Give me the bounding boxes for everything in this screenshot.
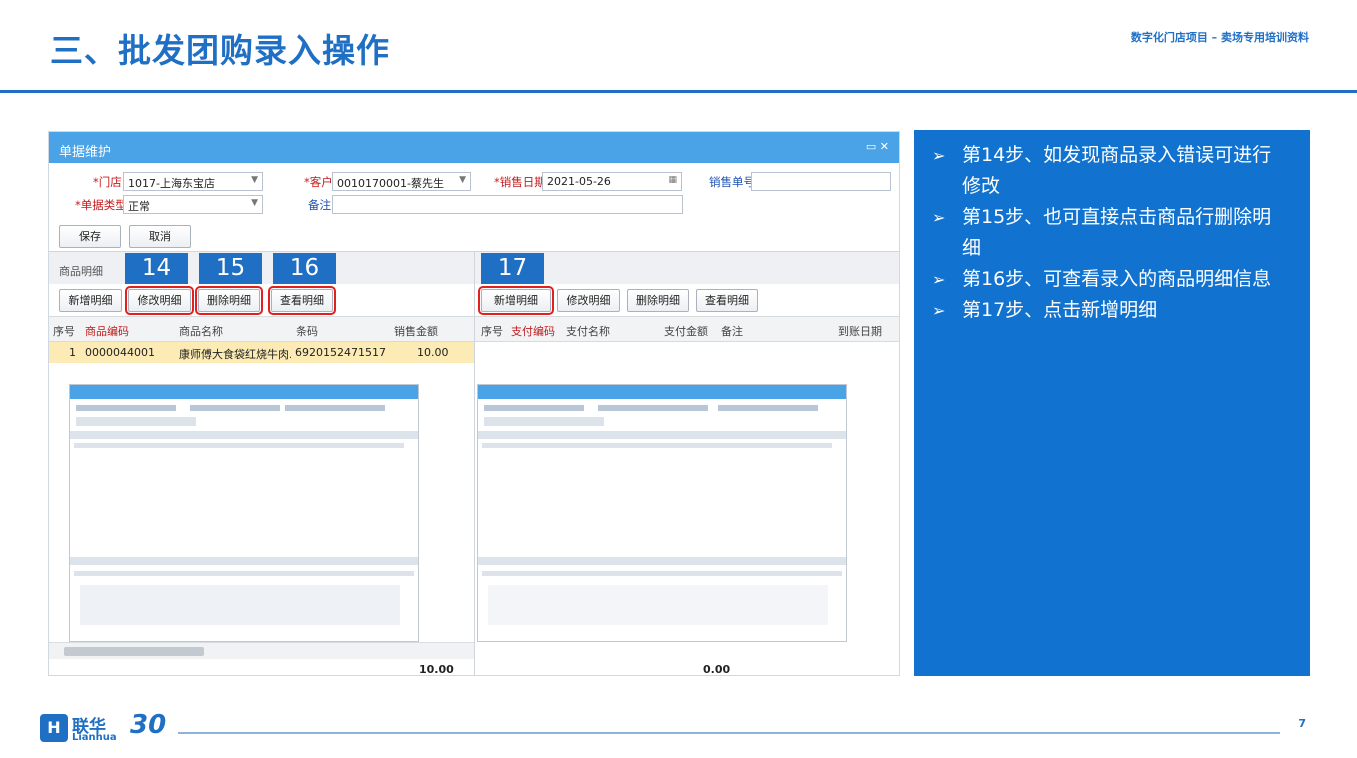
right-edit-detail-button[interactable]: 修改明细: [557, 289, 620, 312]
column-header[interactable]: 条码: [296, 323, 318, 339]
page-number: 7: [1298, 717, 1306, 730]
step-17-badge: 17: [481, 253, 544, 284]
left-view-detail-button[interactable]: 查看明细: [268, 286, 336, 315]
column-header[interactable]: 销售金额: [394, 323, 438, 339]
window-controls-icon[interactable]: ▭ ✕: [866, 140, 889, 153]
save-button[interactable]: 保存: [59, 225, 121, 248]
column-header[interactable]: 序号: [481, 323, 503, 339]
order-no-input[interactable]: [751, 172, 891, 191]
store-select[interactable]: 1017-上海东宝店 ▼: [123, 172, 263, 191]
right-total-amount: 0.00: [703, 663, 731, 676]
column-header[interactable]: 到账日期: [838, 323, 882, 339]
sale-date-input[interactable]: 2021-05-26 ▦: [542, 172, 682, 191]
left-delete-detail-button[interactable]: 删除明细: [195, 286, 263, 315]
right-add-detail-button[interactable]: 新增明细: [478, 286, 554, 315]
detail-section-label: 商品明细: [59, 265, 103, 278]
column-header[interactable]: 商品名称: [179, 323, 223, 339]
left-edit-detail-button[interactable]: 修改明细: [125, 286, 194, 315]
customer-select[interactable]: 0010170001-蔡先生 ▼: [332, 172, 471, 191]
right-view-detail-button[interactable]: 查看明细: [696, 289, 758, 312]
instruction-panel: 第14步、如发现商品录入错误可进行修改 第15步、也可直接点击商品行删除明细 第…: [914, 130, 1310, 676]
remark-input[interactable]: [332, 195, 683, 214]
chevron-down-icon: ▼: [459, 175, 466, 185]
row-name: 康师傅大食袋红烧牛肉...: [179, 348, 291, 361]
column-header[interactable]: 支付编码: [511, 323, 555, 339]
chevron-down-icon: ▼: [251, 198, 258, 208]
pane-divider: [474, 251, 475, 675]
title-divider: [0, 90, 1357, 93]
left-horizontal-scrollbar[interactable]: [49, 642, 474, 659]
instruction-step-15: 第15步、也可直接点击商品行删除明细: [932, 202, 1290, 264]
calendar-icon[interactable]: ▦: [668, 175, 677, 185]
cancel-button[interactable]: 取消: [129, 225, 191, 248]
remark-label: 备注:: [308, 198, 335, 212]
right-delete-detail-button[interactable]: 删除明细: [627, 289, 689, 312]
instruction-step-17: 第17步、点击新增明细: [932, 295, 1290, 326]
window-title: 单据维护: [59, 145, 112, 160]
chevron-down-icon: ▼: [251, 175, 258, 185]
step-16-badge: 16: [273, 253, 336, 284]
right-table-header: 序号 支付编码 支付名称 支付金额 备注 到账日期: [475, 316, 899, 342]
document-maintenance-window: 单据维护 ▭ ✕ *门店: 1017-上海东宝店 ▼ *客户: 001017000…: [48, 131, 900, 676]
column-header[interactable]: 序号: [53, 323, 75, 339]
row-barcode: 6920152471517: [295, 346, 386, 359]
anniversary-mark: 30: [130, 710, 167, 740]
column-header[interactable]: 商品编码: [85, 323, 129, 339]
column-header[interactable]: 支付金额: [664, 323, 708, 339]
slide-subtitle: 数字化门店项目 – 卖场专用培训资料: [1130, 31, 1309, 44]
doc-type-select[interactable]: 正常 ▼: [123, 195, 263, 214]
table-row[interactable]: 1 0000044001 康师傅大食袋红烧牛肉... 6920152471517…: [49, 342, 474, 363]
column-header[interactable]: 备注: [721, 323, 743, 339]
slide-title: 三、批发团购录入操作: [50, 31, 390, 70]
step-15-badge: 15: [199, 253, 262, 284]
edit-detail-screenshot: [69, 384, 419, 642]
row-seq: 1: [69, 346, 76, 359]
window-header: 单据维护 ▭ ✕: [49, 132, 899, 163]
scrollbar-thumb[interactable]: [64, 647, 204, 656]
left-add-detail-button[interactable]: 新增明细: [59, 289, 122, 312]
add-detail-screenshot: [477, 384, 847, 642]
left-total-amount: 10.00: [419, 663, 454, 676]
instruction-step-16: 第16步、可查看录入的商品明细信息: [932, 264, 1290, 295]
lianhua-logo-icon: H: [40, 714, 68, 742]
instruction-step-14: 第14步、如发现商品录入错误可进行修改: [932, 140, 1290, 202]
document-form: *门店: 1017-上海东宝店 ▼ *客户: 0010170001-蔡先生 ▼ *销…: [49, 163, 899, 251]
column-header[interactable]: 支付名称: [566, 323, 610, 339]
footer-divider: [178, 732, 1280, 734]
row-code: 0000044001: [85, 346, 155, 359]
step-14-badge: 14: [125, 253, 188, 284]
logo-name-en: Lianhua: [72, 732, 117, 743]
row-amount: 10.00: [417, 346, 449, 359]
store-label: *门店:: [93, 175, 126, 189]
left-table-header: 序号 商品编码 商品名称 条码 销售金额: [49, 316, 474, 342]
